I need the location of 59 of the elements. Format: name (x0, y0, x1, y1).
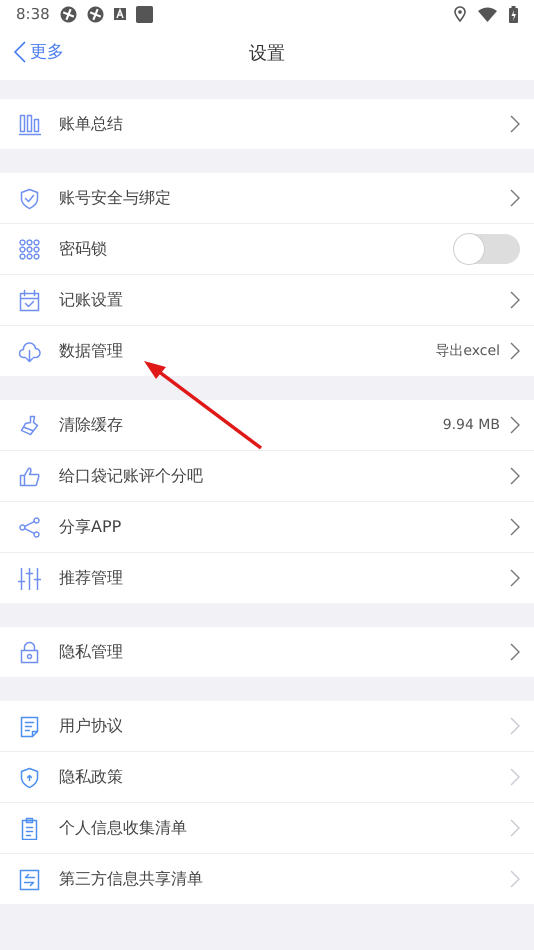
chevron-icon (510, 416, 520, 434)
row-label: 个人信息收集清单 (59, 818, 187, 838)
font-icon (114, 8, 126, 20)
chevron-icon (510, 467, 520, 485)
row-label: 清除缓存 (59, 414, 123, 436)
settings-row[interactable]: 数据管理 导出excel (0, 326, 534, 376)
row-label: 数据管理 (59, 340, 123, 362)
document-icon (18, 714, 41, 738)
row-label: 记账设置 (59, 290, 123, 310)
row-label: 密码锁 (59, 238, 107, 260)
chevron-icon (510, 342, 520, 360)
sliders-icon (18, 566, 41, 590)
chevron-icon (510, 291, 520, 309)
row-label: 隐私政策 (59, 766, 123, 788)
app-icon (86, 6, 104, 22)
bar-chart-icon (18, 112, 41, 136)
row-label: 账单总结 (59, 114, 123, 134)
row-value: 9.94 MB (442, 417, 500, 433)
chevron-icon (510, 819, 520, 837)
row-label: 账号安全与绑定 (59, 188, 171, 208)
settings-row[interactable]: 第三方信息共享清单 (0, 854, 534, 904)
row-label: 用户协议 (59, 716, 123, 736)
chevron-icon (510, 768, 520, 786)
thumbs-up-icon (18, 464, 41, 488)
wifi-icon (478, 6, 497, 22)
settings-row[interactable]: 推荐管理 (0, 553, 534, 603)
back-button[interactable]: 更多 (14, 40, 64, 63)
row-label: 给口袋记账评个分吧 (59, 466, 203, 486)
battery-icon (509, 6, 518, 22)
chevron-icon (510, 518, 520, 536)
transfer-icon (18, 868, 41, 890)
settings-row[interactable]: 隐私管理 (0, 627, 534, 677)
square-icon (136, 6, 153, 22)
chevron-icon (510, 643, 520, 661)
chevron-icon (510, 870, 520, 888)
share-icon (18, 516, 41, 538)
status-time: 8:38 (16, 5, 50, 23)
location-icon (454, 6, 466, 22)
brush-icon (18, 414, 41, 436)
calendar-icon (18, 288, 41, 312)
row-label: 分享APP (59, 516, 122, 538)
row-label: 推荐管理 (59, 568, 123, 588)
app-icon (60, 6, 77, 22)
row-value: 导出excel (435, 342, 500, 360)
chevron-icon (510, 569, 520, 587)
toggle-switch[interactable] (454, 234, 520, 264)
row-label: 第三方信息共享清单 (59, 868, 203, 890)
row-label: 隐私管理 (59, 642, 123, 662)
shield-icon (18, 766, 41, 788)
chevron-icon (510, 717, 520, 735)
lock-icon (18, 640, 41, 664)
page-title: 设置 (249, 42, 285, 66)
chevron-icon (510, 189, 520, 207)
chevron-icon (510, 115, 520, 133)
cloud-download-icon (18, 340, 41, 362)
dot-grid-icon (18, 238, 41, 260)
shield-icon (18, 186, 41, 210)
settings-row[interactable]: 账单总结 (0, 99, 534, 149)
back-icon (14, 40, 26, 62)
